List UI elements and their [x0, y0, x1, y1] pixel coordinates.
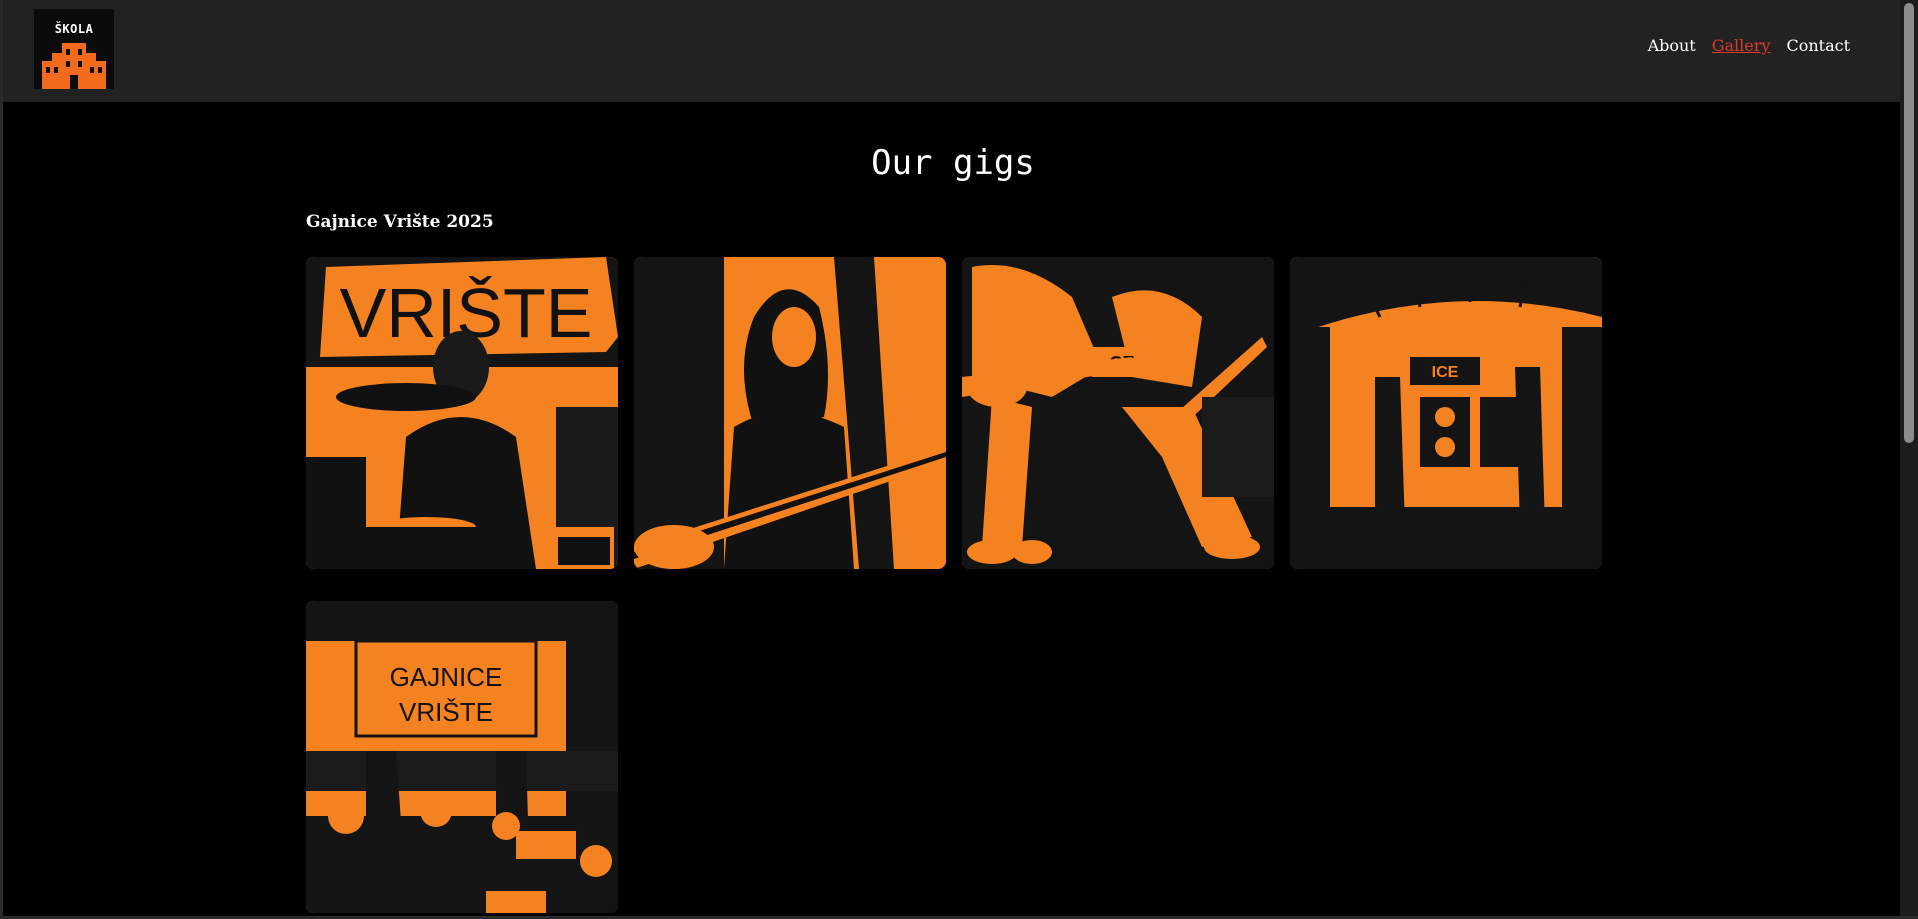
- gallery-photo-stage[interactable]: ICE: [1290, 257, 1602, 569]
- photo-crowd-image: GAJNICE VRIŠTE: [306, 601, 618, 913]
- nav-contact-link[interactable]: Contact: [1786, 36, 1850, 55]
- photo-guitarists-image: CE: [962, 257, 1274, 569]
- photo-sign-text: VRIŠTE: [399, 697, 493, 727]
- gallery-photo-drummer[interactable]: VRIŠTE: [306, 257, 618, 569]
- photo-bassist-image: [634, 257, 946, 569]
- gallery-photo-crowd[interactable]: GAJNICE VRIŠTE: [306, 601, 618, 913]
- photo-stage-image: ICE: [1290, 257, 1602, 569]
- main-nav: About Gallery Contact: [1648, 36, 1850, 55]
- nav-about-link[interactable]: About: [1648, 36, 1696, 55]
- nav-gallery-link[interactable]: Gallery: [1712, 36, 1771, 55]
- section-title: Gajnice Vrište 2025: [306, 212, 494, 232]
- photo-drummer-image: VRIŠTE: [306, 257, 618, 569]
- photo-sign-text: GAJNICE: [390, 662, 503, 692]
- page-title: Our gigs: [871, 143, 1035, 183]
- site-logo[interactable]: ŠKOLA: [34, 9, 114, 89]
- scrollbar-thumb[interactable]: [1904, 3, 1914, 443]
- logo-text: ŠKOLA: [54, 22, 94, 36]
- photo-sign-text: ICE: [1432, 364, 1459, 381]
- browser-viewport: ŠKOLA About Gallery Contact Our gigs Gaj…: [0, 0, 1918, 919]
- site-header: ŠKOLA About Gallery Contact: [3, 0, 1903, 102]
- page-scrollbar[interactable]: [1900, 0, 1918, 916]
- logo-building-graphic: [34, 9, 114, 89]
- gallery-photo-guitarists[interactable]: CE: [962, 257, 1274, 569]
- gallery-photo-bassist[interactable]: [634, 257, 946, 569]
